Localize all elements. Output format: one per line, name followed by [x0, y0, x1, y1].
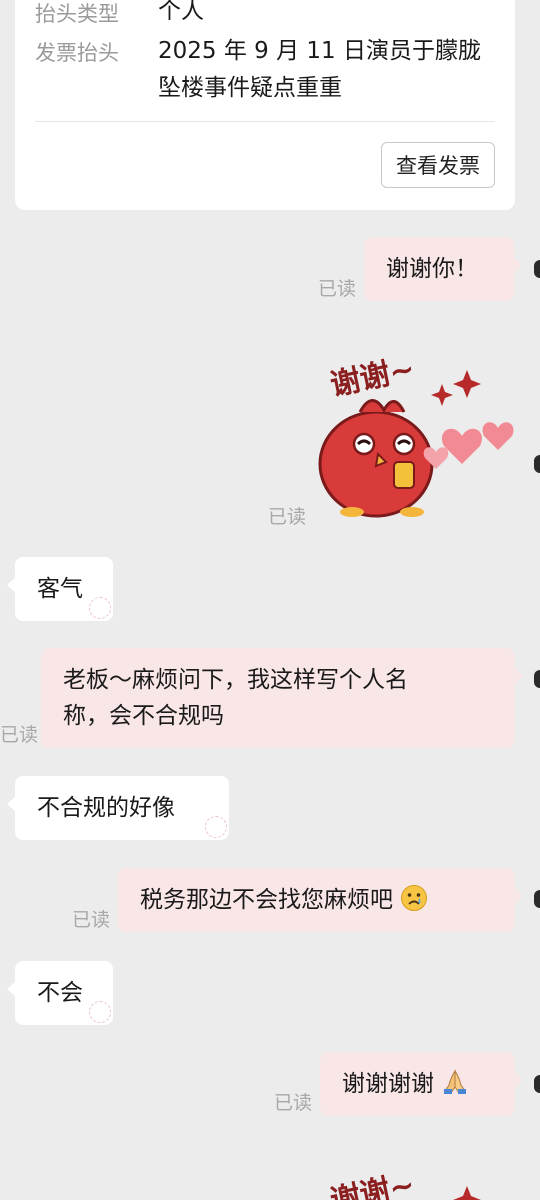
message-bubble-incoming[interactable]: 不合规的好像 [7, 776, 229, 840]
stamp-mark [89, 1001, 111, 1023]
message-text: 谢谢谢谢 [342, 1071, 434, 1097]
stamp-mark [89, 597, 111, 619]
message-text-line1: 老板～麻烦问下，我这样写个人名 [63, 667, 408, 693]
message-text: 客气 [37, 576, 83, 602]
sad-face-emoji [401, 885, 428, 911]
message-text: 不合规的好像 [37, 795, 175, 821]
message-bubble-incoming[interactable]: 不会 [7, 961, 113, 1025]
sparkle-icon [453, 370, 481, 398]
avatar-edge [534, 670, 540, 688]
message-text-line2: 称，会不合规吗 [63, 703, 224, 729]
sparkle-icon [453, 1186, 481, 1200]
invoice-title-value-line2: 坠楼事件疑点重重 [158, 75, 342, 101]
message-bubble-outgoing[interactable]: 谢谢你！ [364, 237, 522, 301]
thank-you-bird-sticker[interactable]: 谢谢~ [312, 332, 520, 528]
message-bubble-outgoing[interactable]: 税务那边不会找您麻烦吧 [118, 868, 523, 932]
read-receipt: 已读 [274, 1092, 313, 1114]
invoice-title-value-line1: 2025 年 9 月 11 日演员于朦胧 [158, 38, 481, 64]
read-receipt: 已读 [318, 278, 357, 300]
heart-icon [482, 422, 514, 450]
message-bubble-outgoing[interactable]: 老板～麻烦问下，我这样写个人名 称，会不合规吗 [41, 648, 523, 748]
avatar-edge [534, 455, 540, 473]
message-text: 税务那边不会找您麻烦吧 [140, 887, 393, 913]
invoice-type-label: 抬头类型 [35, 2, 119, 26]
message-bubble-outgoing[interactable]: 谢谢谢谢 [320, 1052, 523, 1116]
invoice-type-value: 个人 [158, 0, 204, 24]
view-invoice-button[interactable]: 查看发票 [381, 142, 495, 188]
sticker-text: 谢谢~ [327, 1167, 418, 1200]
invoice-title-label: 发票抬头 [35, 41, 119, 65]
read-receipt: 已读 [0, 724, 39, 746]
message-bubble-incoming[interactable]: 客气 [7, 557, 113, 621]
invoice-card: 抬头类型 个人 发票抬头 2025 年 9 月 11 日演员于朦胧 坠楼事件疑点… [15, 0, 515, 210]
message-text: 谢谢你！ [386, 256, 478, 282]
message-text: 不会 [37, 980, 83, 1006]
stamp-mark [205, 816, 227, 838]
thank-you-bird-sticker[interactable]: 谢谢~ [312, 1148, 520, 1200]
sticker-text: 谢谢~ [327, 351, 418, 403]
praying-hands-emoji [444, 1069, 467, 1094]
sparkle-icon [431, 384, 453, 406]
card-divider [35, 121, 495, 122]
avatar-edge [534, 260, 540, 278]
avatar-edge [534, 1075, 540, 1093]
read-receipt: 已读 [268, 506, 307, 528]
read-receipt: 已读 [72, 909, 111, 931]
avatar-edge [534, 890, 540, 908]
heart-icon [441, 428, 483, 464]
